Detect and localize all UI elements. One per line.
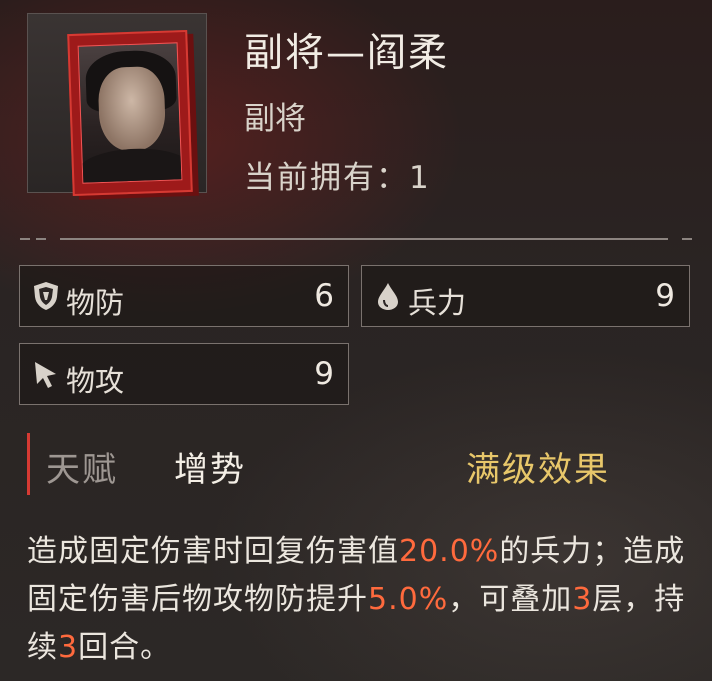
owned-count: 1 <box>409 160 431 196</box>
owned-label: 当前拥有： <box>244 160 409 196</box>
desc-value: 3 <box>58 630 79 665</box>
desc-value: 3 <box>572 582 593 617</box>
desc-text: ，可叠加 <box>448 582 573 617</box>
stat-troops: 兵力 9 <box>361 265 690 327</box>
stat-label: 兵力 <box>408 286 467 320</box>
stat-value: 9 <box>314 356 334 392</box>
portrait-face <box>97 65 167 153</box>
full-effect-toggle[interactable]: 满级效果 <box>466 442 610 491</box>
shield-icon <box>34 282 58 310</box>
portrait-shoulders <box>78 146 183 184</box>
stat-value: 6 <box>314 278 334 314</box>
drop-icon <box>378 283 398 310</box>
talent-description: 造成固定伤害时回复伤害值20.0%的兵力；造成固定伤害后物攻物防提升5.0%，可… <box>27 528 699 672</box>
stat-label: 物防 <box>66 286 125 320</box>
talent-label: 天赋 <box>46 450 118 490</box>
desc-text: 造成固定伤害时回复伤害值 <box>27 534 399 569</box>
divider-dash <box>20 238 30 240</box>
section-divider <box>20 237 692 241</box>
divider-line <box>60 238 668 240</box>
desc-text: 回合。 <box>78 630 172 665</box>
stat-physical-attack: 物攻 9 <box>19 343 349 405</box>
desc-value: 20.0% <box>399 534 500 569</box>
owned-count-row: 当前拥有：1 <box>244 152 431 197</box>
stat-physical-defense: 物防 6 <box>19 265 349 327</box>
general-role: 副将 <box>244 101 306 137</box>
portrait-frame[interactable] <box>27 13 207 197</box>
portrait-image <box>77 42 183 184</box>
general-name: 副将—阎柔 <box>244 31 450 76</box>
stat-label: 物攻 <box>66 364 125 398</box>
talent-accent-bar <box>27 433 30 495</box>
talent-name: 增势 <box>174 450 246 490</box>
desc-value: 5.0% <box>368 582 449 617</box>
arrow-icon <box>35 362 56 388</box>
divider-dash <box>36 238 46 240</box>
stat-value: 9 <box>655 278 675 314</box>
general-portrait-card <box>67 29 193 197</box>
divider-dash <box>682 238 692 240</box>
